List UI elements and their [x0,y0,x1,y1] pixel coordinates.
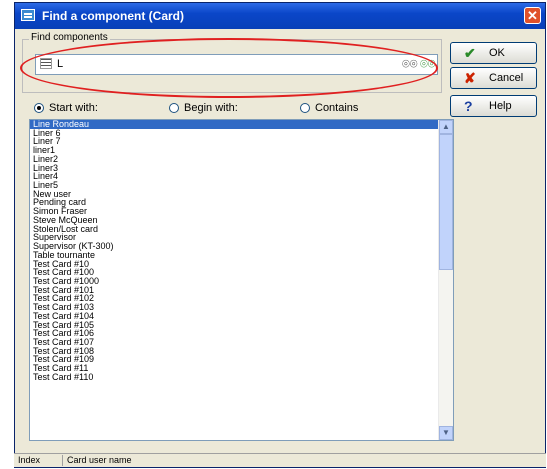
list-item[interactable]: Test Card #110 [30,372,453,382]
highlight-ellipse [20,38,438,98]
list-item[interactable]: Liner2 [30,155,453,164]
list-item[interactable]: Stolen/Lost card [30,224,453,234]
component-list[interactable]: Line Rondeau Liner 6 Liner 7 liner1 Liner2 Li… [29,119,454,441]
window-title: Find a component (Card) [42,9,184,23]
list-item[interactable]: Liner 7 [30,137,453,146]
list-item[interactable]: Liner 6 [30,128,453,138]
group-label: Find components [29,32,110,43]
cancel-label: Cancel [489,72,524,84]
status-bar: Index Card user name [14,453,546,467]
radio-contains-label: Contains [315,102,359,114]
list-item[interactable]: Liner3 [30,163,453,173]
list-item[interactable]: Test Card #11 [30,364,453,373]
title-bar[interactable]: Find a component (Card) ✕ [15,3,545,29]
list-item[interactable]: Liner4 [30,172,453,181]
list-item[interactable]: liner1 [30,146,453,155]
status-index: Index [18,455,41,465]
scroll-thumb[interactable] [439,134,453,270]
ok-button[interactable]: ✔ OK [450,42,537,64]
help-button[interactable]: ? Help [450,95,537,117]
vertical-scrollbar[interactable]: ▲ ▼ [438,120,453,440]
close-button[interactable]: ✕ [524,7,541,24]
status-card-user-name: Card user name [62,455,132,466]
list-item[interactable]: Line Rondeau [30,120,453,129]
radio-contains-dot[interactable] [300,103,310,113]
list-item[interactable]: Table tournante [30,250,453,260]
close-icon: ✕ [527,8,538,23]
list-items: Line Rondeau Liner 6 Liner 7 liner1 Liner2 Li… [30,120,453,382]
list-item[interactable]: Liner5 [30,181,453,190]
check-icon: ✔ [464,45,476,61]
list-item[interactable]: Test Card #109 [30,355,453,364]
list-item[interactable]: New user [30,189,453,199]
scroll-up-arrow[interactable]: ▲ [439,120,453,134]
list-item[interactable]: Pending card [30,198,453,207]
ok-label: OK [489,47,505,59]
radio-begin-with-dot[interactable] [169,103,179,113]
radio-begin-with-label: Begin with: [184,102,238,114]
app-window-icon [21,9,35,21]
cancel-button[interactable]: ✘ Cancel [450,67,537,89]
scroll-down-arrow[interactable]: ▼ [439,426,453,440]
question-icon: ? [464,98,473,114]
radio-start-with-label: Start with: [49,102,98,114]
help-label: Help [489,100,512,112]
radio-start-with-dot[interactable] [34,103,44,113]
x-icon: ✘ [464,70,476,86]
